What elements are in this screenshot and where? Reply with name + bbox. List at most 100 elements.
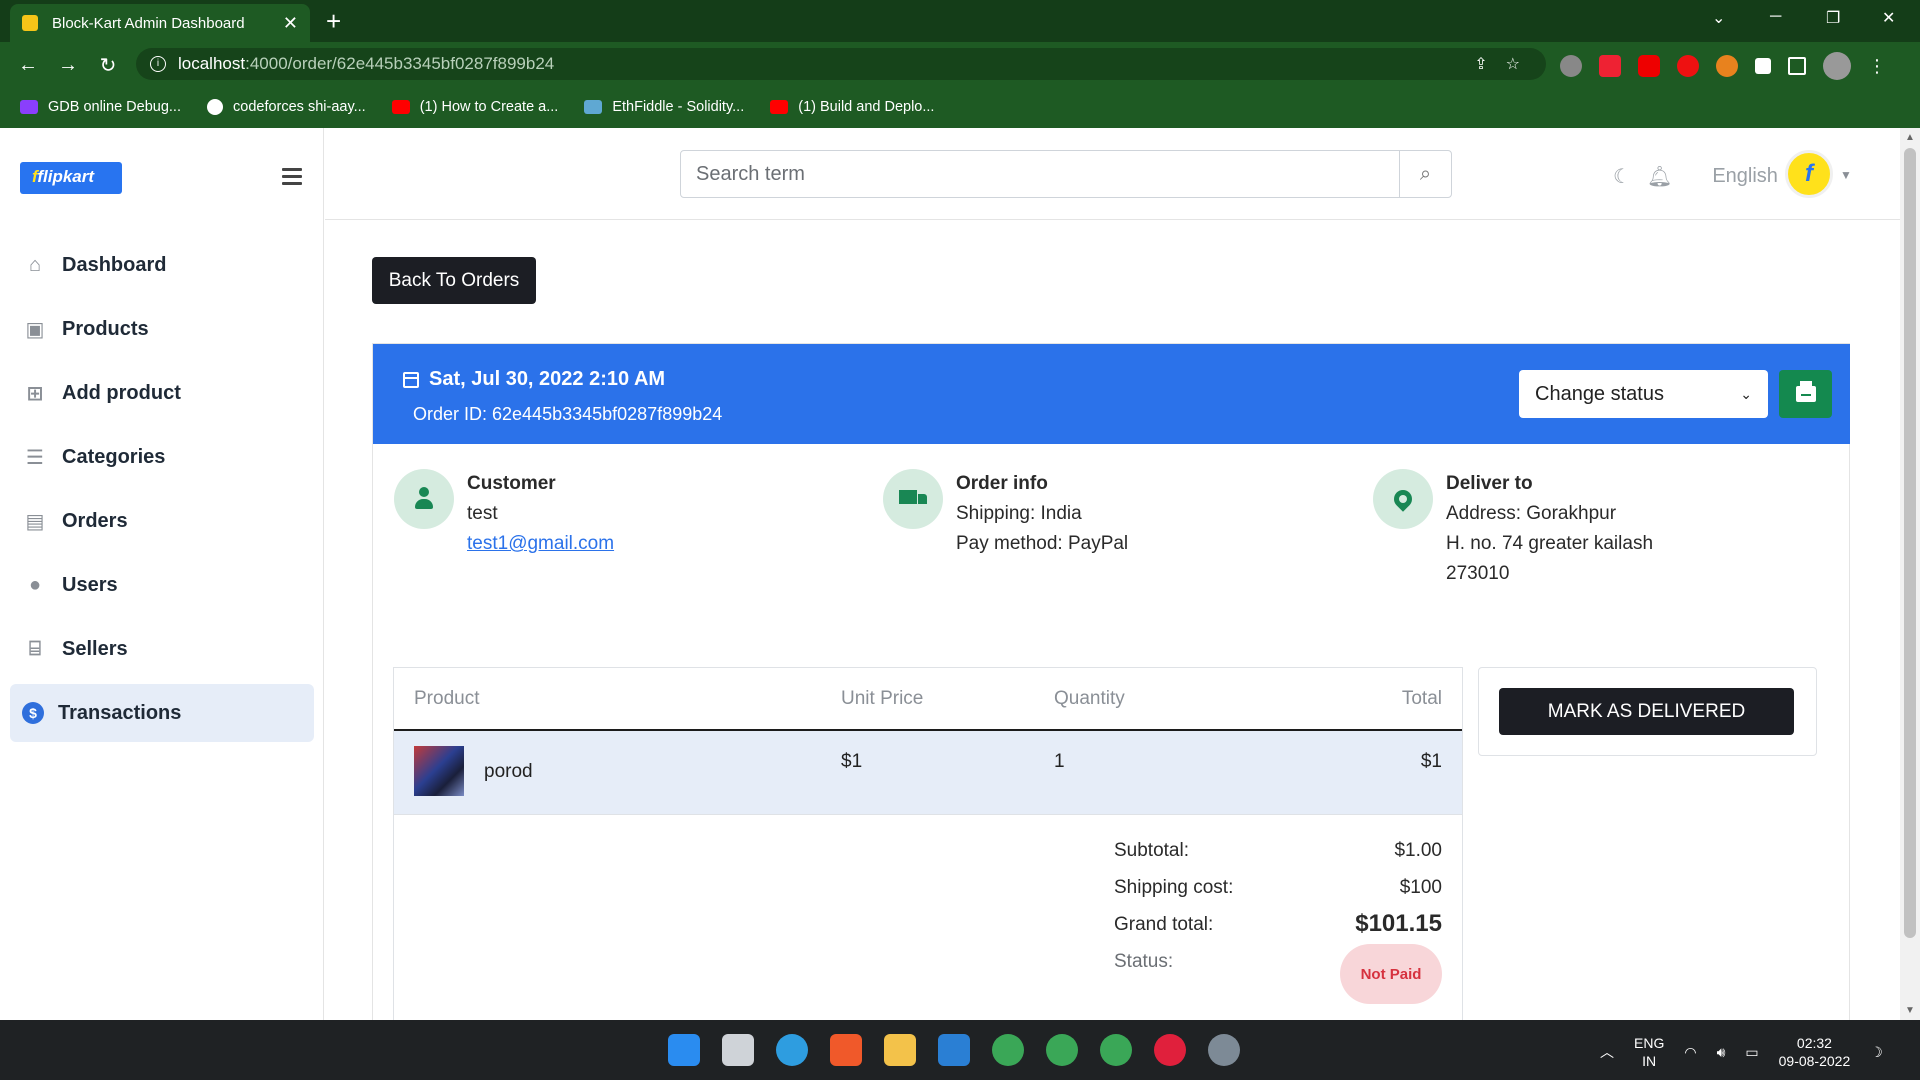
brand-logo[interactable]: fflipkart <box>20 162 122 194</box>
map-pin-icon <box>1390 486 1416 512</box>
chrome-icon[interactable] <box>1046 1034 1078 1066</box>
user-avatar[interactable]: f <box>1785 150 1833 198</box>
hamburger-menu-icon[interactable] <box>282 168 302 185</box>
delivery-action-card: MARK AS DELIVERED <box>1478 667 1817 756</box>
address-line-1: Address: Gorakhpur <box>1446 503 1617 524</box>
customer-name: test <box>467 503 498 524</box>
scroll-down-icon[interactable]: ▼ <box>1905 1005 1915 1016</box>
caret-down-icon[interactable]: ▼ <box>1840 168 1852 182</box>
site-info-icon[interactable]: i <box>150 56 166 72</box>
profile-avatar[interactable] <box>1823 52 1851 80</box>
sidebar-item-dashboard[interactable]: ⌂ Dashboard <box>10 236 314 294</box>
search-icon[interactable]: ⌕ <box>1399 151 1451 197</box>
language-selector[interactable]: English <box>1712 165 1778 188</box>
youtube-ext-icon[interactable] <box>1638 55 1660 77</box>
sidebar-item-label: Dashboard <box>62 253 167 276</box>
sidebar-item-users[interactable]: ● Users <box>10 556 314 614</box>
column-header-unit-price: Unit Price <box>841 688 924 709</box>
url-path: :4000/order/62e445b3345bf0287f899b24 <box>245 54 555 73</box>
minimize-icon[interactable]: ─ <box>1770 8 1781 26</box>
region-code: IN <box>1642 1053 1657 1069</box>
table-row[interactable]: porod $1 1 $1 <box>394 731 1462 815</box>
bookmark-item[interactable]: (1) How to Create a... <box>391 99 559 115</box>
admin-app: fflipkart ⌂ Dashboard ▣ Products ⊞ Add p… <box>0 128 1920 1021</box>
bookmark-item[interactable]: codeforces shi-aay... <box>207 99 366 115</box>
bookmark-item[interactable]: GDB online Debug... <box>20 99 181 115</box>
sidebar-item-sellers[interactable]: ⌸ Sellers <box>10 620 314 678</box>
bookmark-label: (1) How to Create a... <box>419 99 559 115</box>
back-arrow-icon[interactable]: ← <box>8 54 48 77</box>
order-id: Order ID: 62e445b3345bf0287f899b24 <box>413 404 723 424</box>
shipping-country: Shipping: India <box>956 503 1082 524</box>
close-icon[interactable]: ✕ <box>283 13 298 34</box>
customer-title: Customer <box>467 473 556 494</box>
file-explorer-icon[interactable] <box>884 1034 916 1066</box>
sidebar-item-categories[interactable]: ☰ Categories <box>10 428 314 486</box>
chrome-icon[interactable] <box>1100 1034 1132 1066</box>
sidebar-item-label: Users <box>62 573 118 596</box>
vscode-icon[interactable] <box>938 1034 970 1066</box>
address-line-2: H. no. 74 greater kailash <box>1446 533 1654 554</box>
battery-icon[interactable]: ▭ <box>1745 1044 1758 1061</box>
start-icon[interactable] <box>668 1034 700 1066</box>
column-header-quantity: Quantity <box>1054 688 1125 709</box>
customer-email-link[interactable]: test1@gmail.com <box>467 533 614 554</box>
bookmark-item[interactable]: (1) Build and Deplo... <box>770 99 934 115</box>
adblock-icon[interactable] <box>1677 55 1699 77</box>
forward-arrow-icon[interactable]: → <box>48 54 88 77</box>
url-field[interactable]: i localhost:4000/order/62e445b3345bf0287… <box>136 48 1546 80</box>
reload-icon[interactable]: ↻ <box>88 53 128 78</box>
sidebar-item-add-product[interactable]: ⊞ Add product <box>10 364 314 422</box>
logo-text: flipkart <box>37 167 95 186</box>
sidebar-nav: ⌂ Dashboard ▣ Products ⊞ Add product ☰ C… <box>10 236 314 748</box>
status-label: Status: <box>1114 951 1174 972</box>
chrome-icon[interactable] <box>992 1034 1024 1066</box>
task-view-icon[interactable] <box>722 1034 754 1066</box>
metamask-icon[interactable] <box>1716 55 1738 77</box>
restore-icon[interactable]: ❐ <box>1826 8 1840 28</box>
bag-check-icon: ▤ <box>25 510 45 533</box>
sidebar-item-products[interactable]: ▣ Products <box>10 300 314 358</box>
input-language[interactable]: ENG IN <box>1634 1034 1664 1070</box>
back-to-orders-button[interactable]: Back To Orders <box>372 257 536 304</box>
sidebar-item-label: Categories <box>62 445 166 468</box>
wifi-icon[interactable]: ◠ <box>1684 1044 1696 1061</box>
sidebar-item-transactions[interactable]: $ Transactions <box>10 684 314 742</box>
chevron-up-icon[interactable]: ︿ <box>1600 1042 1614 1062</box>
row-total: $1 <box>1420 751 1442 772</box>
media-player-icon[interactable] <box>1154 1034 1186 1066</box>
window-close-icon[interactable]: ✕ <box>1882 8 1895 28</box>
sidepanel-icon[interactable] <box>1788 57 1806 75</box>
clock[interactable]: 02:32 09-08-2022 <box>1779 1034 1851 1070</box>
notifications-icon[interactable]: ☽ <box>1870 1044 1883 1061</box>
grammarly-icon[interactable] <box>1560 55 1582 77</box>
extension-red-icon[interactable] <box>1599 55 1621 77</box>
volume-icon[interactable]: 🔊︎ <box>1717 1044 1726 1061</box>
star-icon[interactable]: ☆ <box>1506 54 1520 74</box>
browser-tab[interactable]: Block-Kart Admin Dashboard ✕ <box>10 4 310 42</box>
scroll-up-icon[interactable]: ▲ <box>1905 132 1915 143</box>
puzzle-icon[interactable] <box>1755 58 1771 74</box>
page-scrollbar[interactable]: ▲ ▼ <box>1900 128 1920 1020</box>
share-icon[interactable]: ⇪ <box>1474 54 1487 74</box>
bell-icon[interactable]: 🔔︎ <box>1647 164 1672 189</box>
tab-search-icon[interactable]: ⌄ <box>1712 8 1725 28</box>
deliver-to-title: Deliver to <box>1446 473 1533 494</box>
sidebar-item-orders[interactable]: ▤ Orders <box>10 492 314 550</box>
brave-icon[interactable] <box>830 1034 862 1066</box>
edge-icon[interactable] <box>776 1034 808 1066</box>
new-tab-icon[interactable]: + <box>326 6 341 37</box>
scrollbar-thumb[interactable] <box>1904 148 1916 938</box>
search-input[interactable] <box>681 151 1399 197</box>
column-header-total: Total <box>1401 688 1442 709</box>
change-status-select[interactable]: Change status ⌄ <box>1519 370 1768 418</box>
customer-info: Customer test test1@gmail.com <box>394 469 614 559</box>
print-button[interactable] <box>1779 370 1832 418</box>
bookmark-item[interactable]: EthFiddle - Solidity... <box>584 99 744 115</box>
more-icon[interactable]: ⋮ <box>1868 56 1886 77</box>
address-pincode: 273010 <box>1446 563 1510 584</box>
subtotal-value: $1.00 <box>1394 840 1442 861</box>
mark-as-delivered-button[interactable]: MARK AS DELIVERED <box>1499 688 1794 735</box>
settings-gear-icon[interactable] <box>1208 1034 1240 1066</box>
dark-mode-moon-icon[interactable]: ☾ <box>1613 164 1631 189</box>
